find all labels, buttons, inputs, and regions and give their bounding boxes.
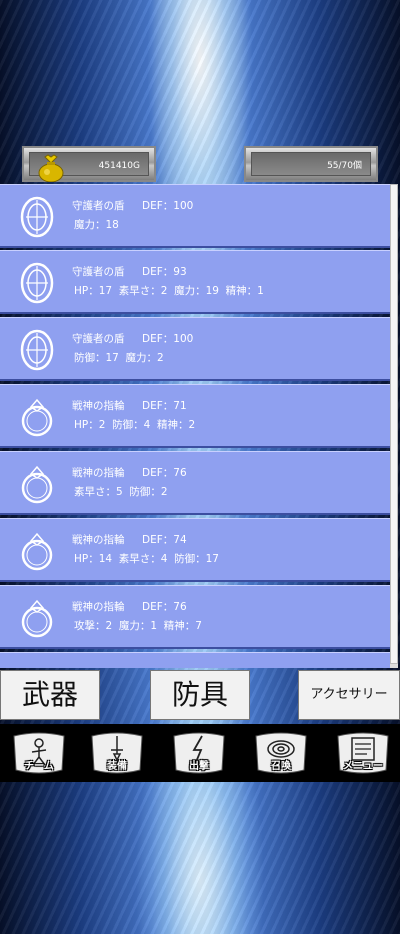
item-def: DEF：100	[142, 333, 194, 345]
equipment-list[interactable]: 守護者の盾 DEF：100 魔力：18 守護者の盾 DEF：93 HP：17 素…	[0, 184, 400, 668]
list-scroll-thumb[interactable]	[390, 184, 398, 664]
equipment-item[interactable]: 守護者の盾 DEF：100 防御：17 魔力：2	[0, 317, 390, 381]
item-stats: 魔力：18	[74, 219, 119, 231]
nav-sortie-label: 出撃	[189, 761, 209, 772]
shield-icon	[20, 262, 54, 304]
nav-summon-label: 召喚	[271, 761, 291, 772]
item-stats: HP：14 素早さ：4 防御：17	[74, 553, 219, 565]
nav-sortie-button[interactable]: 出撃	[170, 730, 228, 776]
item-stats: HP：17 素早さ：2 魔力：19 精神：1	[74, 285, 264, 297]
item-stats: 攻撃：2 魔力：1 精神：7	[74, 620, 202, 632]
ring-icon	[21, 599, 53, 638]
gold-amount: 451410G	[98, 161, 140, 171]
inventory-count-inner: 55/70個	[251, 152, 371, 176]
ring-icon	[21, 465, 53, 504]
item-def: DEF：71	[142, 400, 187, 412]
list-scrollbar[interactable]	[390, 184, 398, 668]
nav-menu-button[interactable]: メニュー	[334, 730, 392, 776]
nav-equip-label: 装備	[107, 761, 127, 772]
equipment-item[interactable]: 戦神の指輪 DEF：74 HP：14 素早さ：4 防御：17	[0, 518, 390, 582]
equipment-item[interactable]: 戦神の指輪 DEF：71 HP：2 防御：4 精神：2	[0, 384, 390, 448]
nav-summon-button[interactable]: 召喚	[252, 730, 310, 776]
item-name: 戦神の指輪	[72, 534, 125, 546]
tab-accessory[interactable]: アクセサリー	[298, 670, 400, 720]
item-def: DEF：74	[142, 534, 187, 546]
ring-icon	[21, 398, 53, 437]
equipment-item[interactable]: 戦神の指輪 DEF：76 素早さ：5 防御：2	[0, 451, 390, 515]
gold-panel: 451410G	[22, 146, 156, 182]
item-name: 戦神の指輪	[72, 400, 125, 412]
item-stats: 防御：17 魔力：2	[74, 352, 164, 364]
item-stats: HP：2 防御：4 精神：2	[74, 419, 196, 431]
equipment-item[interactable]: 守護者の盾 DEF：100 魔力：18	[0, 184, 390, 248]
item-stats: 素早さ：5 防御：2	[74, 486, 168, 498]
item-def: DEF：76	[142, 601, 187, 613]
item-def: DEF：76	[142, 467, 187, 479]
shield-icon	[20, 196, 54, 238]
nav-equip-button[interactable]: 装備	[88, 730, 146, 776]
shield-icon	[20, 329, 54, 371]
item-name: 戦神の指輪	[72, 601, 125, 613]
equipment-item-partial[interactable]	[0, 652, 390, 668]
nav-team-label: チーム	[24, 761, 54, 772]
equipment-item[interactable]: 戦神の指輪 DEF：76 攻撃：2 魔力：1 精神：7	[0, 585, 390, 649]
item-name: 守護者の盾	[72, 200, 125, 212]
gold-panel-inner: 451410G	[29, 152, 149, 182]
item-def: DEF：93	[142, 266, 187, 278]
ring-icon	[21, 532, 53, 571]
item-name: 守護者の盾	[72, 333, 125, 345]
nav-team-button[interactable]: チーム	[10, 730, 68, 776]
inventory-count-panel: 55/70個	[244, 146, 378, 182]
gold-bag-icon	[38, 154, 64, 182]
nav-menu-label: メニュー	[343, 761, 383, 772]
item-def: DEF：100	[142, 200, 194, 212]
tab-weapon[interactable]: 武器	[0, 670, 100, 720]
item-name: 戦神の指輪	[72, 467, 125, 479]
bottom-nav: チーム 装備 出撃 召喚 メニュー	[0, 724, 400, 782]
equipment-item[interactable]: 守護者の盾 DEF：93 HP：17 素早さ：2 魔力：19 精神：1	[0, 250, 390, 314]
tab-armor[interactable]: 防具	[150, 670, 250, 720]
item-name: 守護者の盾	[72, 266, 125, 278]
inventory-count: 55/70個	[327, 161, 362, 171]
